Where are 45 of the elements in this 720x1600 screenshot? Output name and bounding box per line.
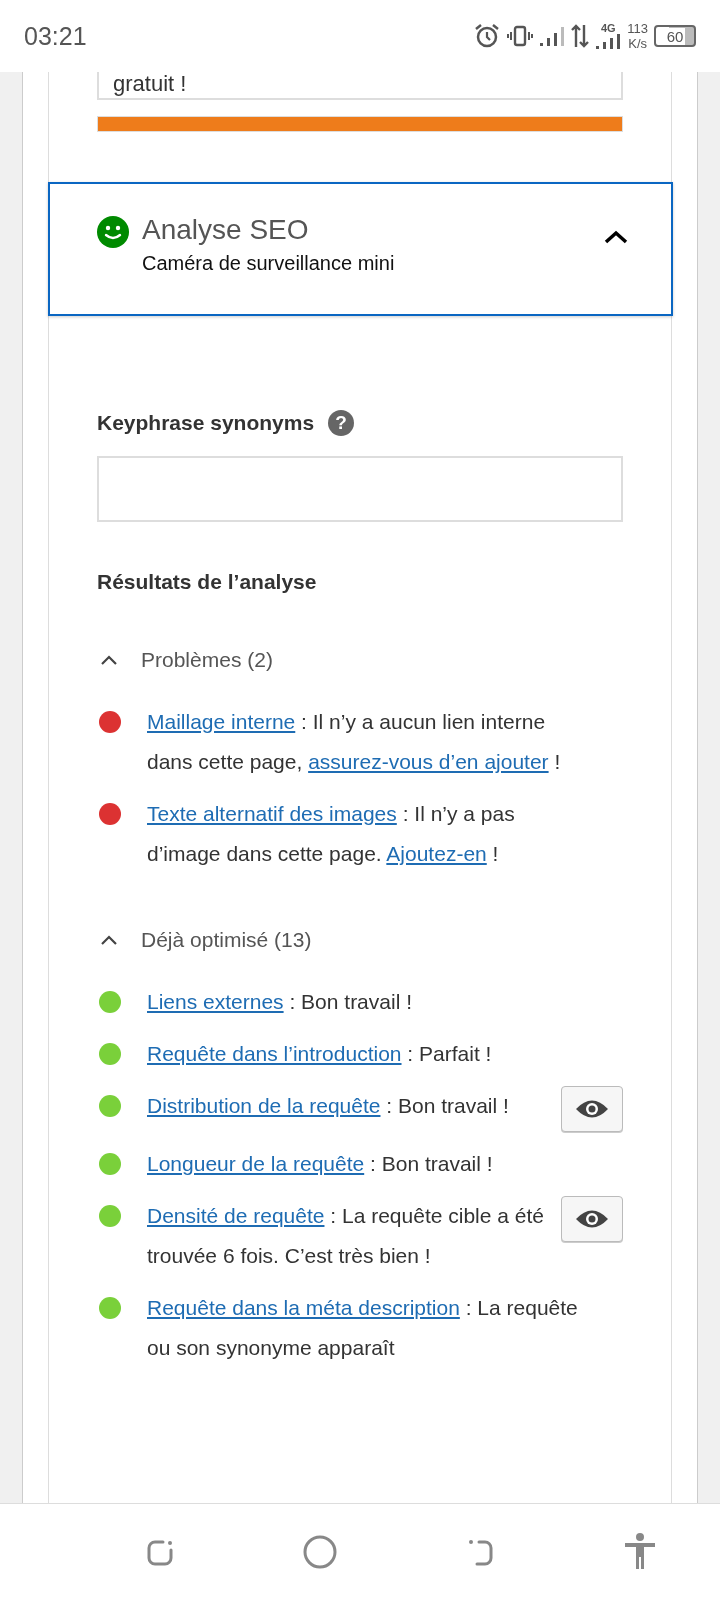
vibrate-icon: [507, 23, 534, 49]
result-text: Maillage interne : Il n’y a aucun lien interne dans cette page, assurez-vous d’en ajouter !: [147, 709, 562, 775]
group-toggle[interactable]: Déjà optimisé (13): [97, 928, 623, 952]
smiley-icon: [96, 215, 130, 249]
battery-icon: 60: [654, 25, 696, 47]
chevron-icon: [99, 933, 119, 947]
result-link[interactable]: Maillage interne: [147, 710, 296, 733]
eye-icon: [574, 1208, 610, 1230]
panel-subtitle: Caméra de surveillance mini: [142, 252, 396, 275]
status-time: 03:21: [24, 21, 87, 51]
highlight-button[interactable]: [561, 1196, 623, 1242]
chevron-icon: [99, 653, 119, 667]
panel-title: Analyse SEO: [142, 213, 310, 247]
result-link[interactable]: Texte alternatif des images: [147, 802, 397, 825]
result-link[interactable]: Ajoutez-en: [386, 842, 487, 865]
section-heading: Résultats de l’analyse: [97, 570, 318, 594]
result-link[interactable]: Longueur de la requête: [147, 1152, 365, 1175]
result-text: Texte alternatif des images : Il n’y a pas d’image dans cette page. Ajoutez-en !: [147, 801, 516, 867]
text-field[interactable]: gratuit !: [97, 72, 623, 100]
result-link[interactable]: Distribution de la requête: [147, 1094, 381, 1117]
speed-value: 113: [627, 21, 648, 36]
group-toggle[interactable]: Problèmes (2): [97, 648, 623, 672]
field-label: Keyphrase synonyms: [97, 411, 315, 435]
help-icon[interactable]: ?: [328, 410, 355, 436]
network-type: 4G: [600, 22, 616, 34]
result-link[interactable]: Densité de requête: [147, 1204, 325, 1227]
result-text: Requête dans l’introduction : Parfait !: [147, 1041, 493, 1067]
result-text: Requête dans la méta description : La requête ou son synonyme apparaît: [147, 1295, 579, 1361]
eye-icon: [574, 1098, 610, 1120]
chevron-icon: [603, 229, 629, 245]
result-link[interactable]: assurez-vous d’en ajouter: [308, 750, 549, 773]
seo-panel-header[interactable]: Analyse SEO Caméra de surveillance mini: [48, 182, 673, 316]
signal-icon: [539, 24, 566, 48]
result-text: Liens externes : Bon travail !: [147, 989, 413, 1015]
speed-unit: K/s: [628, 36, 648, 51]
result-link[interactable]: Liens externes: [147, 990, 284, 1013]
result-link[interactable]: Requête dans l’introduction: [147, 1042, 402, 1065]
home-icon[interactable]: [302, 1535, 337, 1569]
signal-icon: [595, 33, 622, 50]
highlight-button[interactable]: [561, 1086, 623, 1132]
result-text: Longueur de la requête : Bon travail !: [147, 1151, 494, 1177]
result-link[interactable]: Requête dans la méta description: [147, 1296, 460, 1319]
accessibility-icon[interactable]: [622, 1533, 657, 1571]
synonyms-input[interactable]: [97, 456, 623, 522]
data-arrows-icon: [571, 23, 590, 49]
